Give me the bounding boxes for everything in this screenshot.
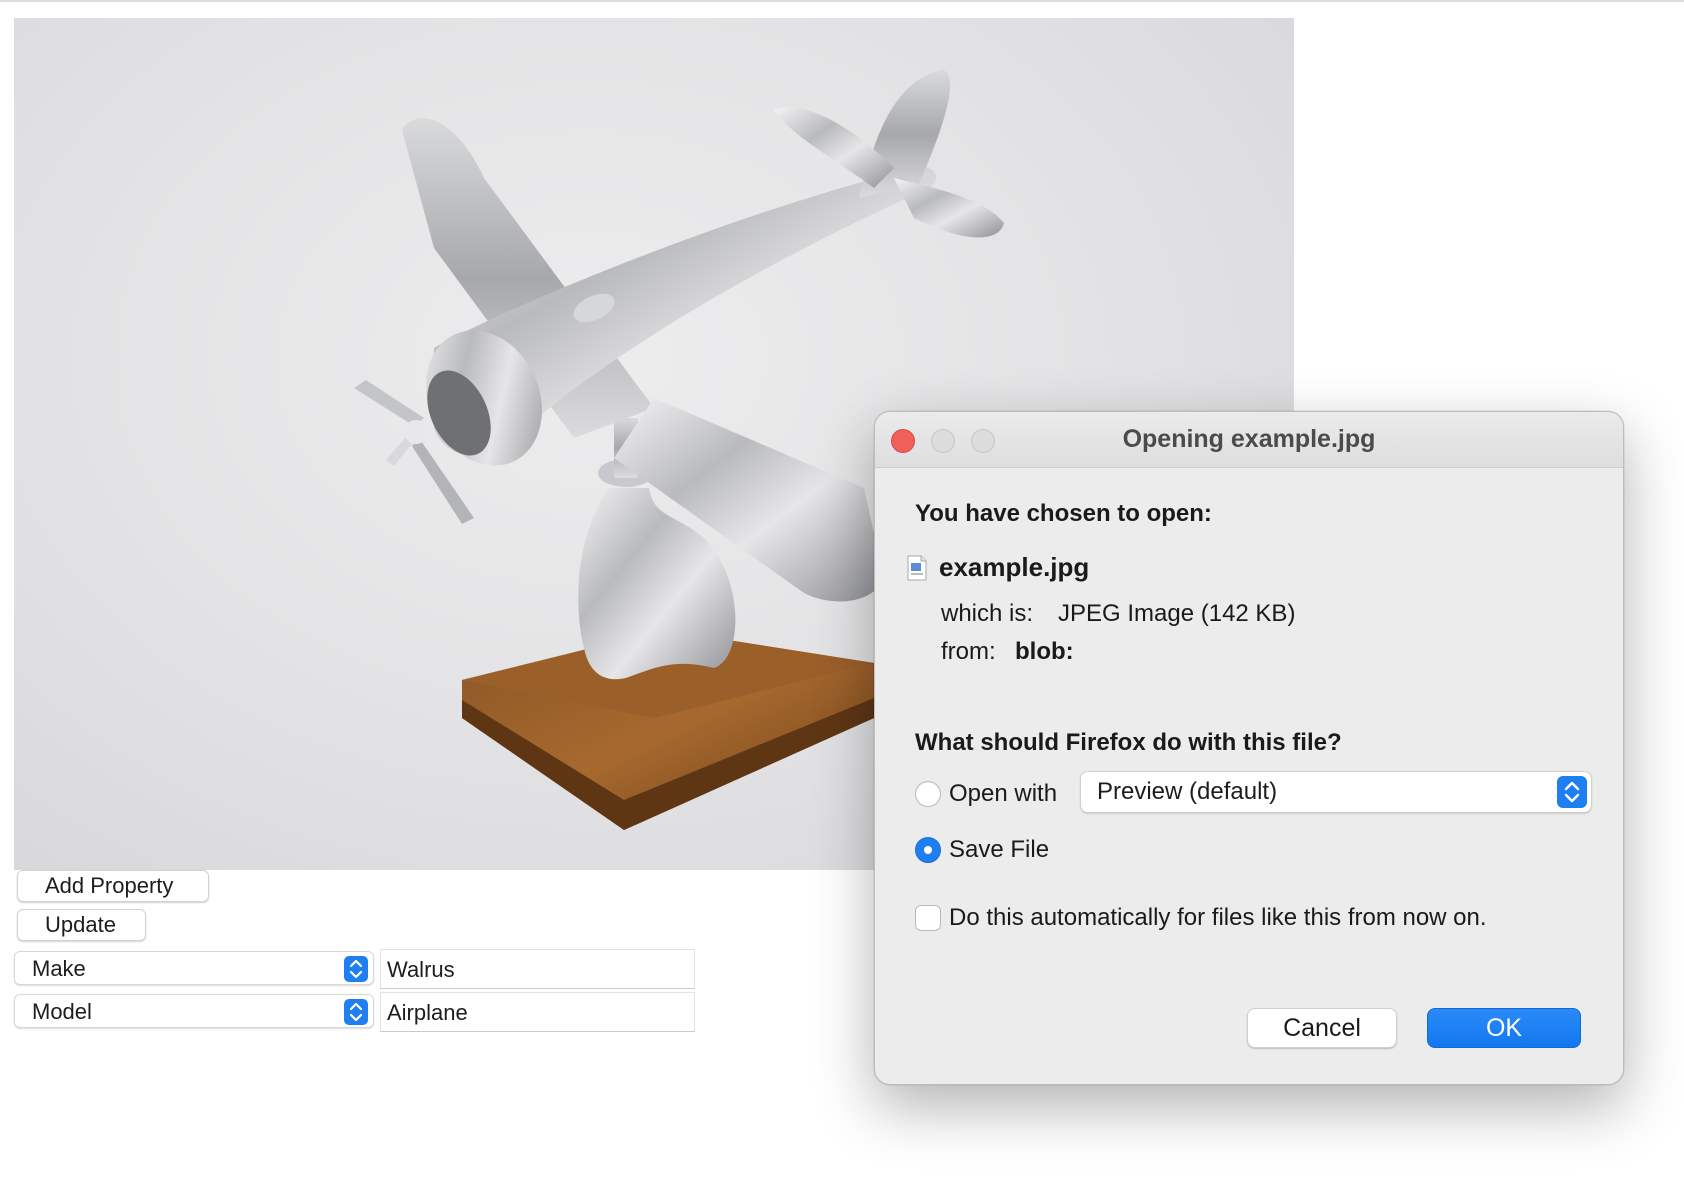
cancel-button[interactable]: Cancel <box>1247 1008 1397 1048</box>
open-with-app-select[interactable]: Preview (default) <box>1080 771 1592 813</box>
open-with-app-value: Preview (default) <box>1097 778 1278 805</box>
save-file-radio[interactable] <box>915 837 941 863</box>
property-key-label: Model <box>32 999 92 1024</box>
auto-action-checkbox[interactable] <box>915 905 941 931</box>
jpeg-file-icon <box>907 555 927 581</box>
auto-action-label[interactable]: Do this automatically for files like thi… <box>949 904 1487 932</box>
which-is-label: which is: <box>941 600 1034 627</box>
property-key-label: Make <box>32 956 86 981</box>
property-value-field-1[interactable]: Walrus <box>380 949 695 989</box>
chevron-up-down-icon <box>1557 776 1587 808</box>
dialog-titlebar: Opening example.jpg <box>875 412 1623 468</box>
property-key-select-1[interactable]: Make <box>14 951 374 985</box>
chosen-heading: You have chosen to open: <box>915 500 1212 527</box>
from-value: blob: <box>1015 638 1074 665</box>
top-divider <box>0 0 1684 2</box>
chevron-up-down-icon <box>344 956 368 982</box>
file-type-value: JPEG Image (142 KB) <box>1058 600 1296 627</box>
dialog-title: Opening example.jpg <box>1122 425 1376 453</box>
open-file-dialog: Opening example.jpg You have chosen to o… <box>874 411 1624 1085</box>
add-property-button[interactable]: Add Property <box>17 870 209 902</box>
property-key-select-2[interactable]: Model <box>14 994 374 1028</box>
update-button[interactable]: Update <box>17 909 146 941</box>
open-with-label[interactable]: Open with <box>949 780 1057 808</box>
action-question: What should Firefox do with this file? <box>915 729 1342 756</box>
ok-button[interactable]: OK <box>1427 1008 1581 1048</box>
open-with-radio[interactable] <box>915 781 941 807</box>
save-file-label[interactable]: Save File <box>949 836 1049 864</box>
from-label: from: <box>941 638 996 665</box>
file-name: example.jpg <box>939 552 1090 582</box>
property-value-field-2[interactable]: Airplane <box>380 992 695 1032</box>
chevron-up-down-icon <box>344 999 368 1025</box>
